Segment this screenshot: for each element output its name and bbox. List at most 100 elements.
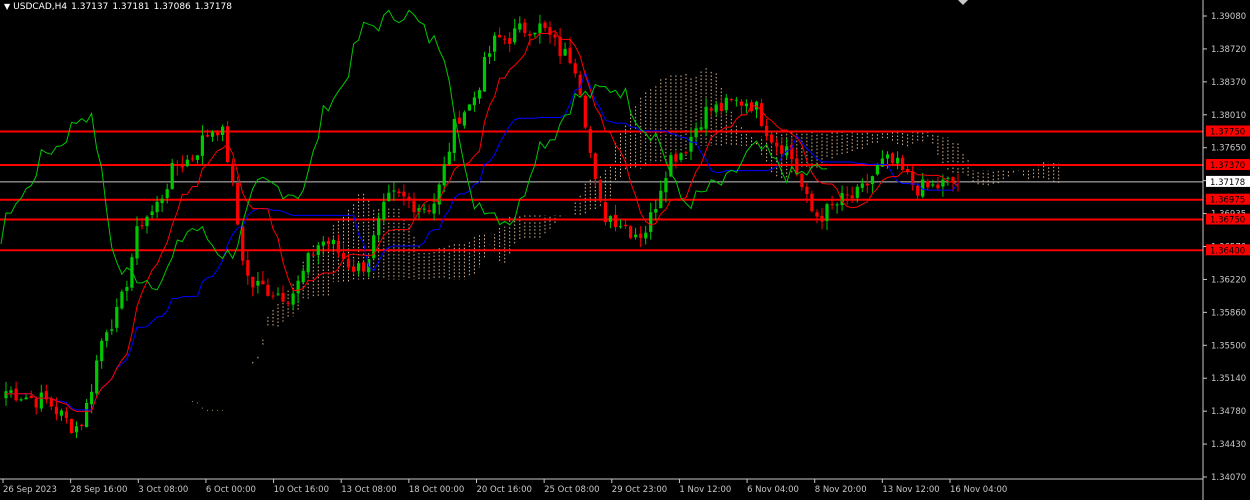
level-label-2: 1.36975	[1210, 196, 1245, 206]
candle-body	[719, 103, 723, 112]
candle-body	[855, 186, 859, 198]
candle-body	[820, 215, 824, 222]
candle-body	[518, 23, 522, 30]
candle-body	[865, 183, 869, 186]
candle-body	[538, 23, 542, 34]
candle-body	[200, 135, 204, 156]
price-tick-label: 1.38720	[1211, 45, 1246, 55]
candle-body	[80, 424, 84, 427]
candle-body	[674, 154, 678, 162]
price-tick-label: 1.34430	[1211, 440, 1246, 450]
candle-body	[613, 214, 618, 228]
candle-body	[875, 165, 879, 175]
candle-body	[744, 103, 748, 107]
time-tick-label: 25 Oct 08:00	[544, 485, 599, 495]
price-tick-label: 1.35500	[1211, 341, 1246, 351]
chart-canvas[interactable]: 1.390801.387201.383701.380101.376501.372…	[0, 0, 1250, 500]
candle-body	[780, 145, 784, 154]
candle-body	[256, 280, 260, 286]
time-tick-label: 6 Oct 00:00	[206, 485, 256, 495]
chart-root: 1.390801.387201.383701.380101.376501.372…	[0, 0, 1250, 500]
candle-body	[482, 57, 487, 92]
candle-body	[664, 178, 668, 193]
candle-body	[407, 196, 411, 200]
candle-body	[205, 135, 210, 137]
candle-body	[352, 266, 356, 272]
candle-body	[644, 232, 648, 239]
candle-body	[140, 225, 144, 227]
candle-body	[150, 211, 154, 215]
candle-body	[402, 191, 406, 197]
candle-body	[69, 418, 74, 434]
candle-body	[306, 253, 310, 273]
time-tick-label: 1 Nov 12:00	[679, 485, 731, 495]
candle-body	[74, 426, 79, 433]
time-tick-label: 6 Nov 04:00	[747, 485, 799, 495]
candle-body	[694, 128, 698, 137]
candle-body	[608, 216, 612, 222]
low-price: 1.37086	[153, 2, 191, 12]
candle-body	[59, 410, 63, 416]
candle-body	[543, 22, 547, 28]
price-tick-label: 1.34070	[1211, 473, 1246, 483]
level-label-4: 1.36400	[1210, 246, 1245, 256]
candle-body	[266, 284, 270, 296]
candle-body	[760, 103, 764, 126]
candle-body	[885, 154, 890, 159]
candle-body	[472, 97, 476, 106]
candle-body	[704, 106, 708, 129]
candle-body	[442, 164, 446, 186]
candle-body	[639, 233, 643, 238]
candle-body	[462, 112, 466, 126]
candle-body	[190, 158, 194, 160]
candle-body	[321, 241, 325, 246]
candle-body	[105, 332, 109, 341]
candle-body	[165, 189, 169, 198]
candle-body	[125, 287, 129, 291]
candle-body	[689, 136, 693, 152]
candle-body	[880, 158, 884, 167]
candle-body	[835, 204, 839, 206]
candle-body	[357, 263, 361, 271]
candle-body	[236, 183, 240, 225]
candle-body	[714, 104, 718, 112]
candle-body	[528, 33, 532, 36]
menu-triangle-icon[interactable]: ▼	[4, 2, 10, 11]
candle-body	[221, 126, 225, 135]
candle-body	[860, 183, 864, 188]
candle-body	[195, 155, 199, 160]
time-tick-label: 29 Oct 23:00	[612, 485, 667, 495]
candle-body	[185, 159, 189, 167]
candle-body	[654, 209, 658, 213]
candle-body	[810, 193, 814, 212]
candle-body	[618, 226, 623, 228]
candle-body	[553, 34, 557, 38]
candle-body	[765, 125, 769, 136]
price-tick-label: 1.38010	[1211, 111, 1246, 121]
candle-body	[432, 203, 436, 214]
time-tick-label: 10 Oct 16:00	[274, 485, 329, 495]
candle-body	[467, 104, 471, 111]
candle-body	[568, 47, 572, 64]
candle-body	[800, 173, 804, 187]
candle-body	[19, 399, 23, 401]
time-tick-label: 26 Sep 2023	[3, 485, 57, 495]
candle-body	[331, 239, 335, 245]
candle-body	[916, 185, 920, 196]
time-tick-label: 13 Oct 08:00	[341, 485, 396, 495]
candle-body	[412, 201, 416, 213]
candle-body	[64, 411, 68, 419]
candle-body	[890, 153, 895, 163]
high-price: 1.37181	[112, 2, 150, 12]
candle-body	[649, 212, 653, 232]
candle-body	[392, 190, 396, 192]
candle-body	[629, 226, 633, 238]
candle-body	[896, 157, 900, 164]
candle-body	[336, 240, 340, 253]
candle-body	[95, 360, 99, 394]
candle-body	[246, 260, 250, 276]
candle-body	[311, 254, 315, 256]
candle-body	[825, 204, 829, 221]
candle-body	[699, 127, 703, 130]
candle-body	[231, 163, 235, 182]
